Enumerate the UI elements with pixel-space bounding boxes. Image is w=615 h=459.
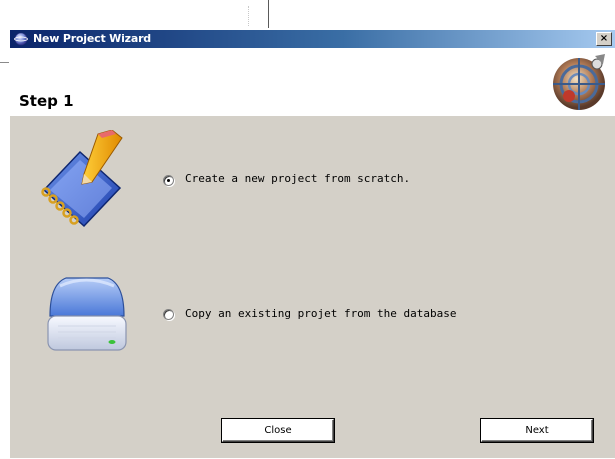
next-button[interactable]: Next xyxy=(481,419,593,442)
window-close-button[interactable]: × xyxy=(596,32,612,46)
option-copy-existing: Copy an existing projet from the databas… xyxy=(10,266,615,376)
copy-existing-label[interactable]: Copy an existing projet from the databas… xyxy=(185,307,457,320)
notebook-pencil-icon xyxy=(41,130,123,228)
close-button[interactable]: Close xyxy=(222,419,334,442)
background-splitter xyxy=(268,0,269,28)
window-title: New Project Wizard xyxy=(33,32,151,45)
wizard-content: Create a new project from scratch. Copy … xyxy=(10,116,615,459)
option-create-new: Create a new project from scratch. xyxy=(10,130,615,230)
hard-drive-icon xyxy=(47,277,127,351)
step-title: Step 1 xyxy=(19,92,74,110)
close-icon: × xyxy=(599,33,609,44)
background-tick xyxy=(0,62,9,63)
radar-globe-logo-icon xyxy=(553,54,605,110)
create-new-radio[interactable] xyxy=(163,175,174,186)
wizard-dialog: New Project Wizard × Step 1 Create a new… xyxy=(9,29,615,458)
copy-existing-radio[interactable] xyxy=(163,309,174,320)
wizard-header: Step 1 xyxy=(10,48,615,116)
create-new-label[interactable]: Create a new project from scratch. xyxy=(185,172,410,185)
background-dotted-separator xyxy=(248,6,250,26)
globe-icon xyxy=(14,32,28,46)
title-bar[interactable]: New Project Wizard × xyxy=(10,30,615,48)
